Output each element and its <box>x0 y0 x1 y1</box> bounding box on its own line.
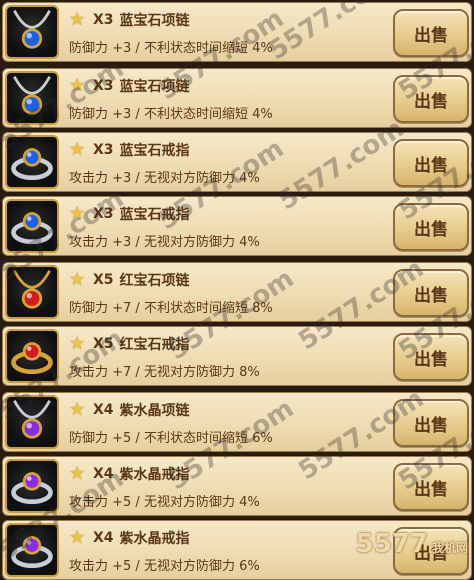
item-name: 蓝宝石戒指 <box>119 143 190 159</box>
sell-button[interactable]: 出售 <box>393 463 469 511</box>
item-name: 紫水晶项链 <box>119 403 190 419</box>
item-title: ★ X5 红宝石戒指 <box>69 333 190 355</box>
item-name: 蓝宝石项链 <box>119 13 190 29</box>
item-description: 防御力 +5 / 不利状态时间缩短 6% <box>69 431 273 446</box>
item-description: 攻击力 +3 / 无视对方防御力 4% <box>69 171 260 186</box>
item-description: 攻击力 +5 / 无视对方防御力 6% <box>69 559 260 574</box>
sell-button[interactable]: 出售 <box>393 269 469 317</box>
star-icon: ★ <box>69 399 86 420</box>
item-quantity: X3 <box>93 12 114 28</box>
item-name: 红宝石戒指 <box>119 337 190 353</box>
sapphire-ring-icon <box>5 199 59 253</box>
item-description: 防御力 +3 / 不利状态时间缩短 4% <box>69 107 273 122</box>
sapphire-ring-icon <box>5 135 59 189</box>
sell-button[interactable]: 出售 <box>393 75 469 123</box>
item-title: ★ X5 红宝石项链 <box>69 269 190 291</box>
amethyst-necklace-icon <box>5 395 59 449</box>
item-row: ★ X4 紫水晶戒指 攻击力 +5 / 无视对方防御力 4% 出售 <box>2 456 472 516</box>
sell-button[interactable]: 出售 <box>393 399 469 447</box>
item-name: 紫水晶戒指 <box>119 531 190 547</box>
item-description: 防御力 +7 / 不利状态时间缩短 8% <box>69 301 273 316</box>
item-title: ★ X4 紫水晶戒指 <box>69 527 190 549</box>
item-name: 蓝宝石戒指 <box>119 207 190 223</box>
item-quantity: X5 <box>93 336 114 352</box>
item-row: ★ X5 红宝石项链 防御力 +7 / 不利状态时间缩短 8% 出售 <box>2 262 472 322</box>
item-quantity: X4 <box>93 402 114 418</box>
sapphire-necklace-icon <box>5 5 59 59</box>
sell-button[interactable]: 出售 <box>393 139 469 187</box>
item-quantity: X4 <box>93 466 114 482</box>
star-icon: ★ <box>69 139 86 160</box>
item-row: ★ X3 蓝宝石项链 防御力 +3 / 不利状态时间缩短 4% 出售 <box>2 2 472 62</box>
brand-logo: 5577 我机网 <box>355 529 468 559</box>
item-title: ★ X3 蓝宝石戒指 <box>69 203 190 225</box>
star-icon: ★ <box>69 75 86 96</box>
item-title: ★ X3 蓝宝石戒指 <box>69 139 190 161</box>
item-title: ★ X4 紫水晶戒指 <box>69 463 190 485</box>
sell-button[interactable]: 出售 <box>393 9 469 57</box>
sapphire-necklace-icon <box>5 71 59 125</box>
item-row: ★ X3 蓝宝石项链 防御力 +3 / 不利状态时间缩短 4% 出售 <box>2 68 472 128</box>
item-row: ★ X3 蓝宝石戒指 攻击力 +3 / 无视对方防御力 4% 出售 <box>2 196 472 256</box>
star-icon: ★ <box>69 9 86 30</box>
item-quantity: X4 <box>93 530 114 546</box>
amethyst-ring-icon <box>5 523 59 577</box>
item-description: 防御力 +3 / 不利状态时间缩短 4% <box>69 41 273 56</box>
star-icon: ★ <box>69 269 86 290</box>
amethyst-ring-icon <box>5 459 59 513</box>
sell-button[interactable]: 出售 <box>393 203 469 251</box>
star-icon: ★ <box>69 527 86 548</box>
item-row: ★ X3 蓝宝石戒指 攻击力 +3 / 无视对方防御力 4% 出售 <box>2 132 472 192</box>
sell-button[interactable]: 出售 <box>393 333 469 381</box>
item-quantity: X3 <box>93 78 114 94</box>
item-name: 蓝宝石项链 <box>119 79 190 95</box>
star-icon: ★ <box>69 463 86 484</box>
item-name: 红宝石项链 <box>119 273 190 289</box>
ruby-ring-icon <box>5 329 59 383</box>
item-description: 攻击力 +3 / 无视对方防御力 4% <box>69 235 260 250</box>
item-description: 攻击力 +7 / 无视对方防御力 8% <box>69 365 260 380</box>
item-row: ★ X5 红宝石戒指 攻击力 +7 / 无视对方防御力 8% 出售 <box>2 326 472 386</box>
item-quantity: X5 <box>93 272 114 288</box>
star-icon: ★ <box>69 203 86 224</box>
item-quantity: X3 <box>93 142 114 158</box>
item-quantity: X3 <box>93 206 114 222</box>
item-title: ★ X4 紫水晶项链 <box>69 399 190 421</box>
star-icon: ★ <box>69 333 86 354</box>
ruby-necklace-icon <box>5 265 59 319</box>
item-row: ★ X4 紫水晶项链 防御力 +5 / 不利状态时间缩短 6% 出售 <box>2 392 472 452</box>
item-title: ★ X3 蓝宝石项链 <box>69 9 190 31</box>
item-name: 紫水晶戒指 <box>119 467 190 483</box>
item-description: 攻击力 +5 / 无视对方防御力 4% <box>69 495 260 510</box>
item-title: ★ X3 蓝宝石项链 <box>69 75 190 97</box>
